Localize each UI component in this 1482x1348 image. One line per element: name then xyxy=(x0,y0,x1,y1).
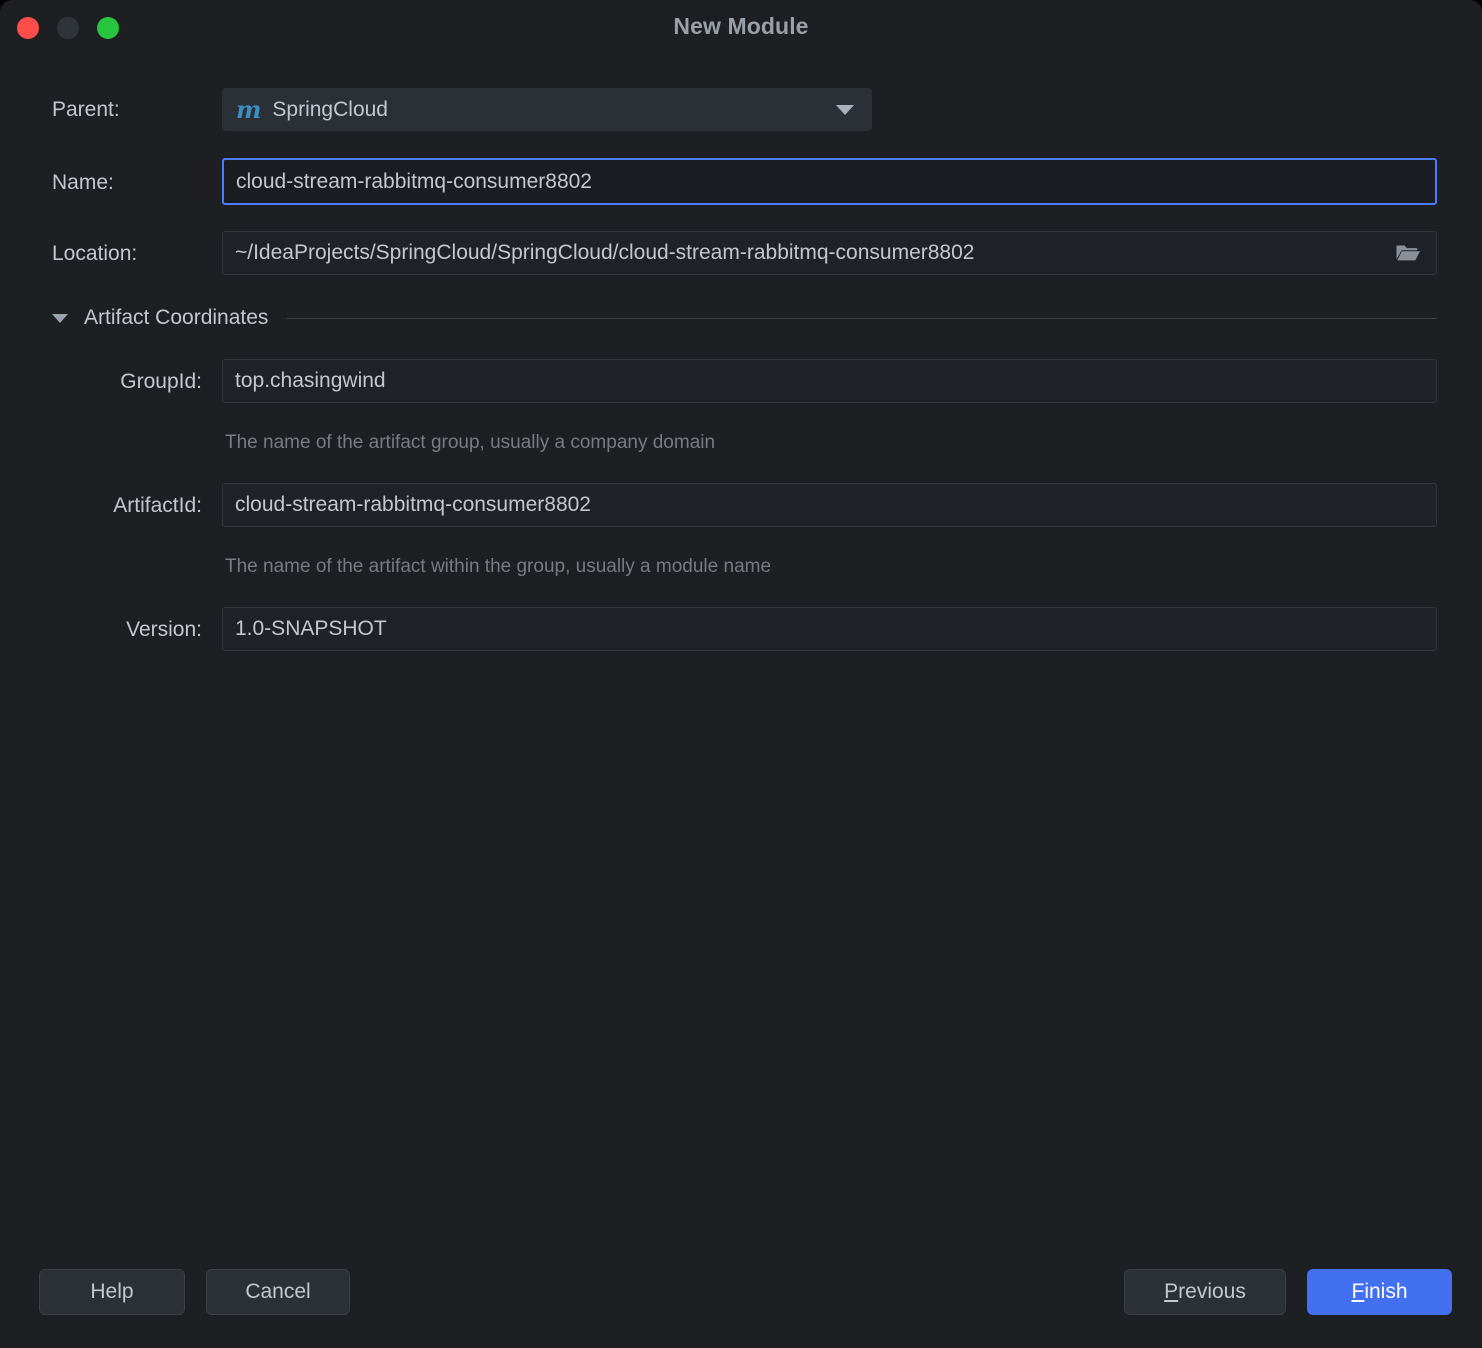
name-label-wrap: Name: xyxy=(52,160,212,205)
cancel-button-label: Cancel xyxy=(245,1280,311,1303)
maven-m-icon: m xyxy=(236,94,262,124)
triangle-down-icon[interactable] xyxy=(52,313,68,323)
name-input-value: cloud-stream-rabbitmq-consumer8802 xyxy=(236,169,592,193)
artifact-coordinates-label: Artifact Coordinates xyxy=(84,306,269,329)
version-label: Version: xyxy=(126,618,202,641)
location-label: Location: xyxy=(52,242,138,265)
previous-mnemonic: P xyxy=(1164,1280,1179,1303)
parent-combobox[interactable]: m SpringCloud xyxy=(222,88,872,131)
folder-open-icon[interactable] xyxy=(1394,241,1422,265)
previous-rest: revious xyxy=(1178,1280,1246,1303)
groupid-input-value: top.chasingwind xyxy=(235,369,386,392)
version-input[interactable]: 1.0-SNAPSHOT xyxy=(222,607,1437,651)
location-input-value: ~/IdeaProjects/SpringCloud/SpringCloud/c… xyxy=(235,241,975,264)
chevron-down-icon[interactable] xyxy=(836,104,854,115)
parent-selected-value: SpringCloud xyxy=(272,97,388,121)
artifactid-hint: The name of the artifact within the grou… xyxy=(225,556,772,577)
cancel-button[interactable]: Cancel xyxy=(206,1269,350,1315)
finish-button[interactable]: Finish xyxy=(1307,1269,1452,1315)
location-input[interactable]: ~/IdeaProjects/SpringCloud/SpringCloud/c… xyxy=(222,231,1437,275)
version-input-value: 1.0-SNAPSHOT xyxy=(235,617,387,640)
groupid-hint: The name of the artifact group, usually … xyxy=(225,432,716,453)
parent-label-wrap: Parent: xyxy=(52,88,212,131)
groupid-label-wrap: GroupId: xyxy=(52,360,202,404)
finish-button-label: Finish xyxy=(1351,1280,1407,1304)
titlebar: New Module xyxy=(0,0,1482,58)
previous-button-label: Previous xyxy=(1164,1280,1246,1304)
dialog-title: New Module xyxy=(673,13,809,39)
help-button-label: Help xyxy=(90,1280,134,1303)
finish-rest: inish xyxy=(1364,1280,1408,1303)
location-label-wrap: Location: xyxy=(52,232,212,276)
new-module-dialog: New Module Parent: m SpringCloud Name: c… xyxy=(0,0,1482,1348)
groupid-input[interactable]: top.chasingwind xyxy=(222,359,1437,403)
artifactid-label: ArtifactId: xyxy=(113,494,202,517)
groupid-label: GroupId: xyxy=(120,370,202,393)
version-label-wrap: Version: xyxy=(52,608,202,652)
previous-button[interactable]: Previous xyxy=(1124,1269,1286,1315)
finish-mnemonic: F xyxy=(1351,1280,1365,1303)
artifact-coordinates-section-header[interactable]: Artifact Coordinates xyxy=(52,302,1437,334)
artifactid-input-value: cloud-stream-rabbitmq-consumer8802 xyxy=(235,493,591,516)
artifactid-input[interactable]: cloud-stream-rabbitmq-consumer8802 xyxy=(222,483,1437,527)
parent-label: Parent: xyxy=(52,97,120,121)
name-label: Name: xyxy=(52,170,114,194)
help-button[interactable]: Help xyxy=(39,1269,185,1315)
section-divider xyxy=(286,317,1437,319)
name-input[interactable]: cloud-stream-rabbitmq-consumer8802 xyxy=(222,158,1437,205)
artifactid-label-wrap: ArtifactId: xyxy=(52,484,202,528)
